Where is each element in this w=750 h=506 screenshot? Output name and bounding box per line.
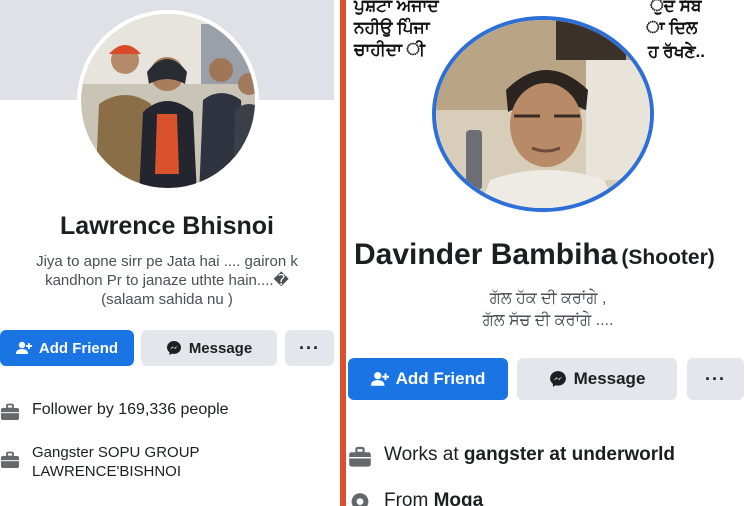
profile-picture[interactable] — [77, 10, 259, 192]
message-label: Message — [188, 339, 253, 357]
cover-text-line: ਚਾਹੀਦਾ ੀ — [354, 40, 425, 59]
more-dots-icon: ··· — [705, 368, 726, 389]
workplace-link[interactable]: gangster at underworld — [464, 444, 675, 465]
profile-bio: ਗੱਲ ਹੱਕ ਦੀ ਕਰਾਂਗੇ , ਗੱਲ ਸੱਚ ਦੀ ਕਰਾਂਗੇ ..… — [346, 288, 750, 332]
add-friend-label: Add Friend — [395, 369, 486, 388]
bio-line: (salaam sahida nu ) — [101, 291, 233, 308]
message-button[interactable]: Message — [141, 330, 277, 366]
info-text: Follower by 169,336 people — [32, 401, 229, 418]
info-text-line: LAWRENCE'BISHNOI — [32, 463, 181, 480]
cover-text-line: ਹ ਰੱਖਣੇ.. — [648, 42, 705, 61]
more-options-button[interactable]: ··· — [285, 330, 334, 366]
info-prefix: Works at — [384, 444, 464, 465]
add-friend-button[interactable]: Add Friend — [0, 330, 134, 366]
profile-name-text: Davinder Bambiha — [354, 238, 618, 271]
add-person-icon — [370, 372, 389, 386]
profile-name-suffix: (Shooter) — [621, 246, 715, 269]
bio-line: ਗੱਲ ਸੱਚ ਦੀ ਕਰਾਂਗੇ .... — [482, 312, 614, 329]
briefcase-icon — [1, 451, 19, 468]
info-text-line: Gangster SOPU GROUP — [32, 444, 200, 461]
briefcase-icon — [349, 446, 371, 467]
profile-picture[interactable] — [432, 16, 654, 212]
profile-bio: Jiya to apne sirr pe Jata hai .... gairo… — [0, 252, 334, 309]
add-person-icon — [15, 341, 32, 354]
profile-name: Davinder Bambiha (Shooter) — [354, 238, 715, 272]
profile-photo-image — [81, 14, 255, 188]
location-pin-icon — [351, 493, 369, 506]
cover-text-line: ਨਹੀਉ ਪਿੰਜਾ — [354, 18, 430, 37]
cover-text-line: ਾ ਦਿਲ — [646, 18, 698, 37]
left-profile-panel: Lawrence Bhisnoi Jiya to apne sirr pe Ja… — [0, 0, 340, 506]
profile-name: Lawrence Bhisnoi — [60, 212, 274, 240]
info-item-work: Works at gangster at underworld — [348, 444, 675, 468]
info-item-work: Gangster SOPU GROUP LAWRENCE'BISHNOI — [0, 443, 300, 481]
info-item-followers: Follower by 169,336 people — [0, 401, 229, 421]
info-text: Gangster SOPU GROUP LAWRENCE'BISHNOI — [32, 443, 200, 481]
add-friend-label: Add Friend — [38, 339, 119, 357]
right-profile-panel: ਪੁਸ਼ਟਾ ਅਜਾਦ ਨਹੀਉ ਪਿੰਜਾ ਚਾਹੀਦਾ ੀ ੁੰਦ ਸੱਬ … — [346, 0, 750, 506]
cover-text-line: ੁੰਦ ਸੱਬ — [650, 0, 702, 15]
message-button[interactable]: Message — [517, 358, 677, 400]
more-dots-icon: ··· — [299, 337, 320, 358]
info-text: From Moga — [384, 490, 483, 506]
cover-text-line: ਪੁਸ਼ਟਾ ਅਜਾਦ — [354, 0, 439, 15]
profile-photo-image — [436, 20, 650, 208]
hometown-link[interactable]: Moga — [434, 490, 484, 506]
bio-line: ਗੱਲ ਹੱਕ ਦੀ ਕਰਾਂਗੇ , — [489, 290, 607, 307]
message-label: Message — [573, 369, 646, 388]
bio-line: Jiya to apne sirr pe Jata hai .... gairo… — [36, 253, 298, 270]
briefcase-icon — [1, 403, 19, 420]
add-friend-button[interactable]: Add Friend — [348, 358, 508, 400]
bio-line: kandhon Pr to janaze uthte hain....� — [45, 272, 289, 289]
info-item-hometown: From Moga — [348, 490, 483, 506]
more-options-button[interactable]: ··· — [687, 358, 744, 400]
info-prefix: From — [384, 490, 434, 506]
messenger-icon — [166, 341, 181, 355]
messenger-icon — [549, 371, 566, 387]
info-text: Works at gangster at underworld — [384, 444, 675, 466]
